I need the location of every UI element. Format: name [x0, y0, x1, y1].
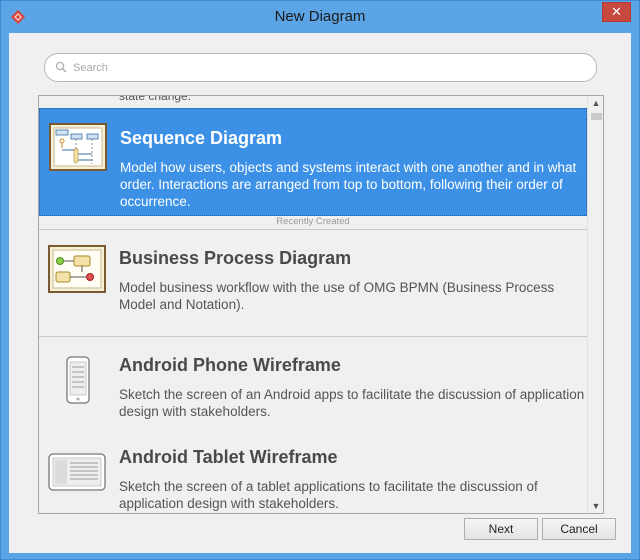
list-item-android-phone-wireframe[interactable]: Android Phone Wireframe Sketch the scree…: [39, 337, 587, 437]
search-box[interactable]: [44, 53, 597, 82]
close-icon: ✕: [611, 4, 622, 19]
window-title: New Diagram: [274, 8, 366, 25]
item-title: Sequence Diagram: [120, 128, 283, 148]
search-input[interactable]: [73, 59, 573, 77]
close-button[interactable]: ✕: [602, 2, 631, 22]
title-bar[interactable]: New Diagram ✕: [1, 1, 639, 33]
item-title: Android Tablet Wireframe: [119, 447, 338, 467]
item-title: Android Phone Wireframe: [119, 355, 341, 375]
next-button[interactable]: Next: [464, 518, 538, 540]
list-item-sequence-diagram[interactable]: Sequence Diagram Model how users, object…: [39, 108, 587, 216]
scroll-thumb[interactable]: [591, 113, 602, 120]
diagram-type-list[interactable]: state change. Sequence Diagram Model how…: [38, 95, 604, 514]
new-diagram-window: New Diagram ✕ state change.: [0, 0, 640, 560]
scroll-up-arrow-icon[interactable]: ▲: [588, 96, 603, 110]
vertical-scrollbar[interactable]: ▲ ▼: [587, 96, 603, 513]
search-icon: [55, 61, 67, 73]
list-item-android-tablet-wireframe[interactable]: Android Tablet Wireframe Sketch the scre…: [39, 437, 587, 513]
item-description: Model how users, objects and systems int…: [120, 160, 577, 209]
dialog-content: state change. Se: [9, 33, 631, 553]
scroll-down-arrow-icon[interactable]: ▼: [588, 499, 603, 513]
recently-created-label: Recently Created: [276, 216, 350, 227]
cancel-button[interactable]: Cancel: [542, 518, 616, 540]
android-tablet-icon: [48, 453, 106, 491]
item-description: Sketch the screen of a tablet applicatio…: [119, 479, 538, 511]
item-title: Business Process Diagram: [119, 248, 352, 268]
previous-item-desc: state change.: [119, 95, 192, 103]
list-item-business-process-diagram[interactable]: Business Process Diagram Model business …: [39, 230, 587, 336]
item-description: Model business workflow with the use of …: [119, 280, 555, 312]
android-phone-icon: [66, 356, 90, 404]
item-description: Sketch the screen of an Android apps to …: [119, 387, 585, 419]
business-process-diagram-icon: [48, 245, 106, 293]
sequence-diagram-icon: [49, 123, 107, 171]
